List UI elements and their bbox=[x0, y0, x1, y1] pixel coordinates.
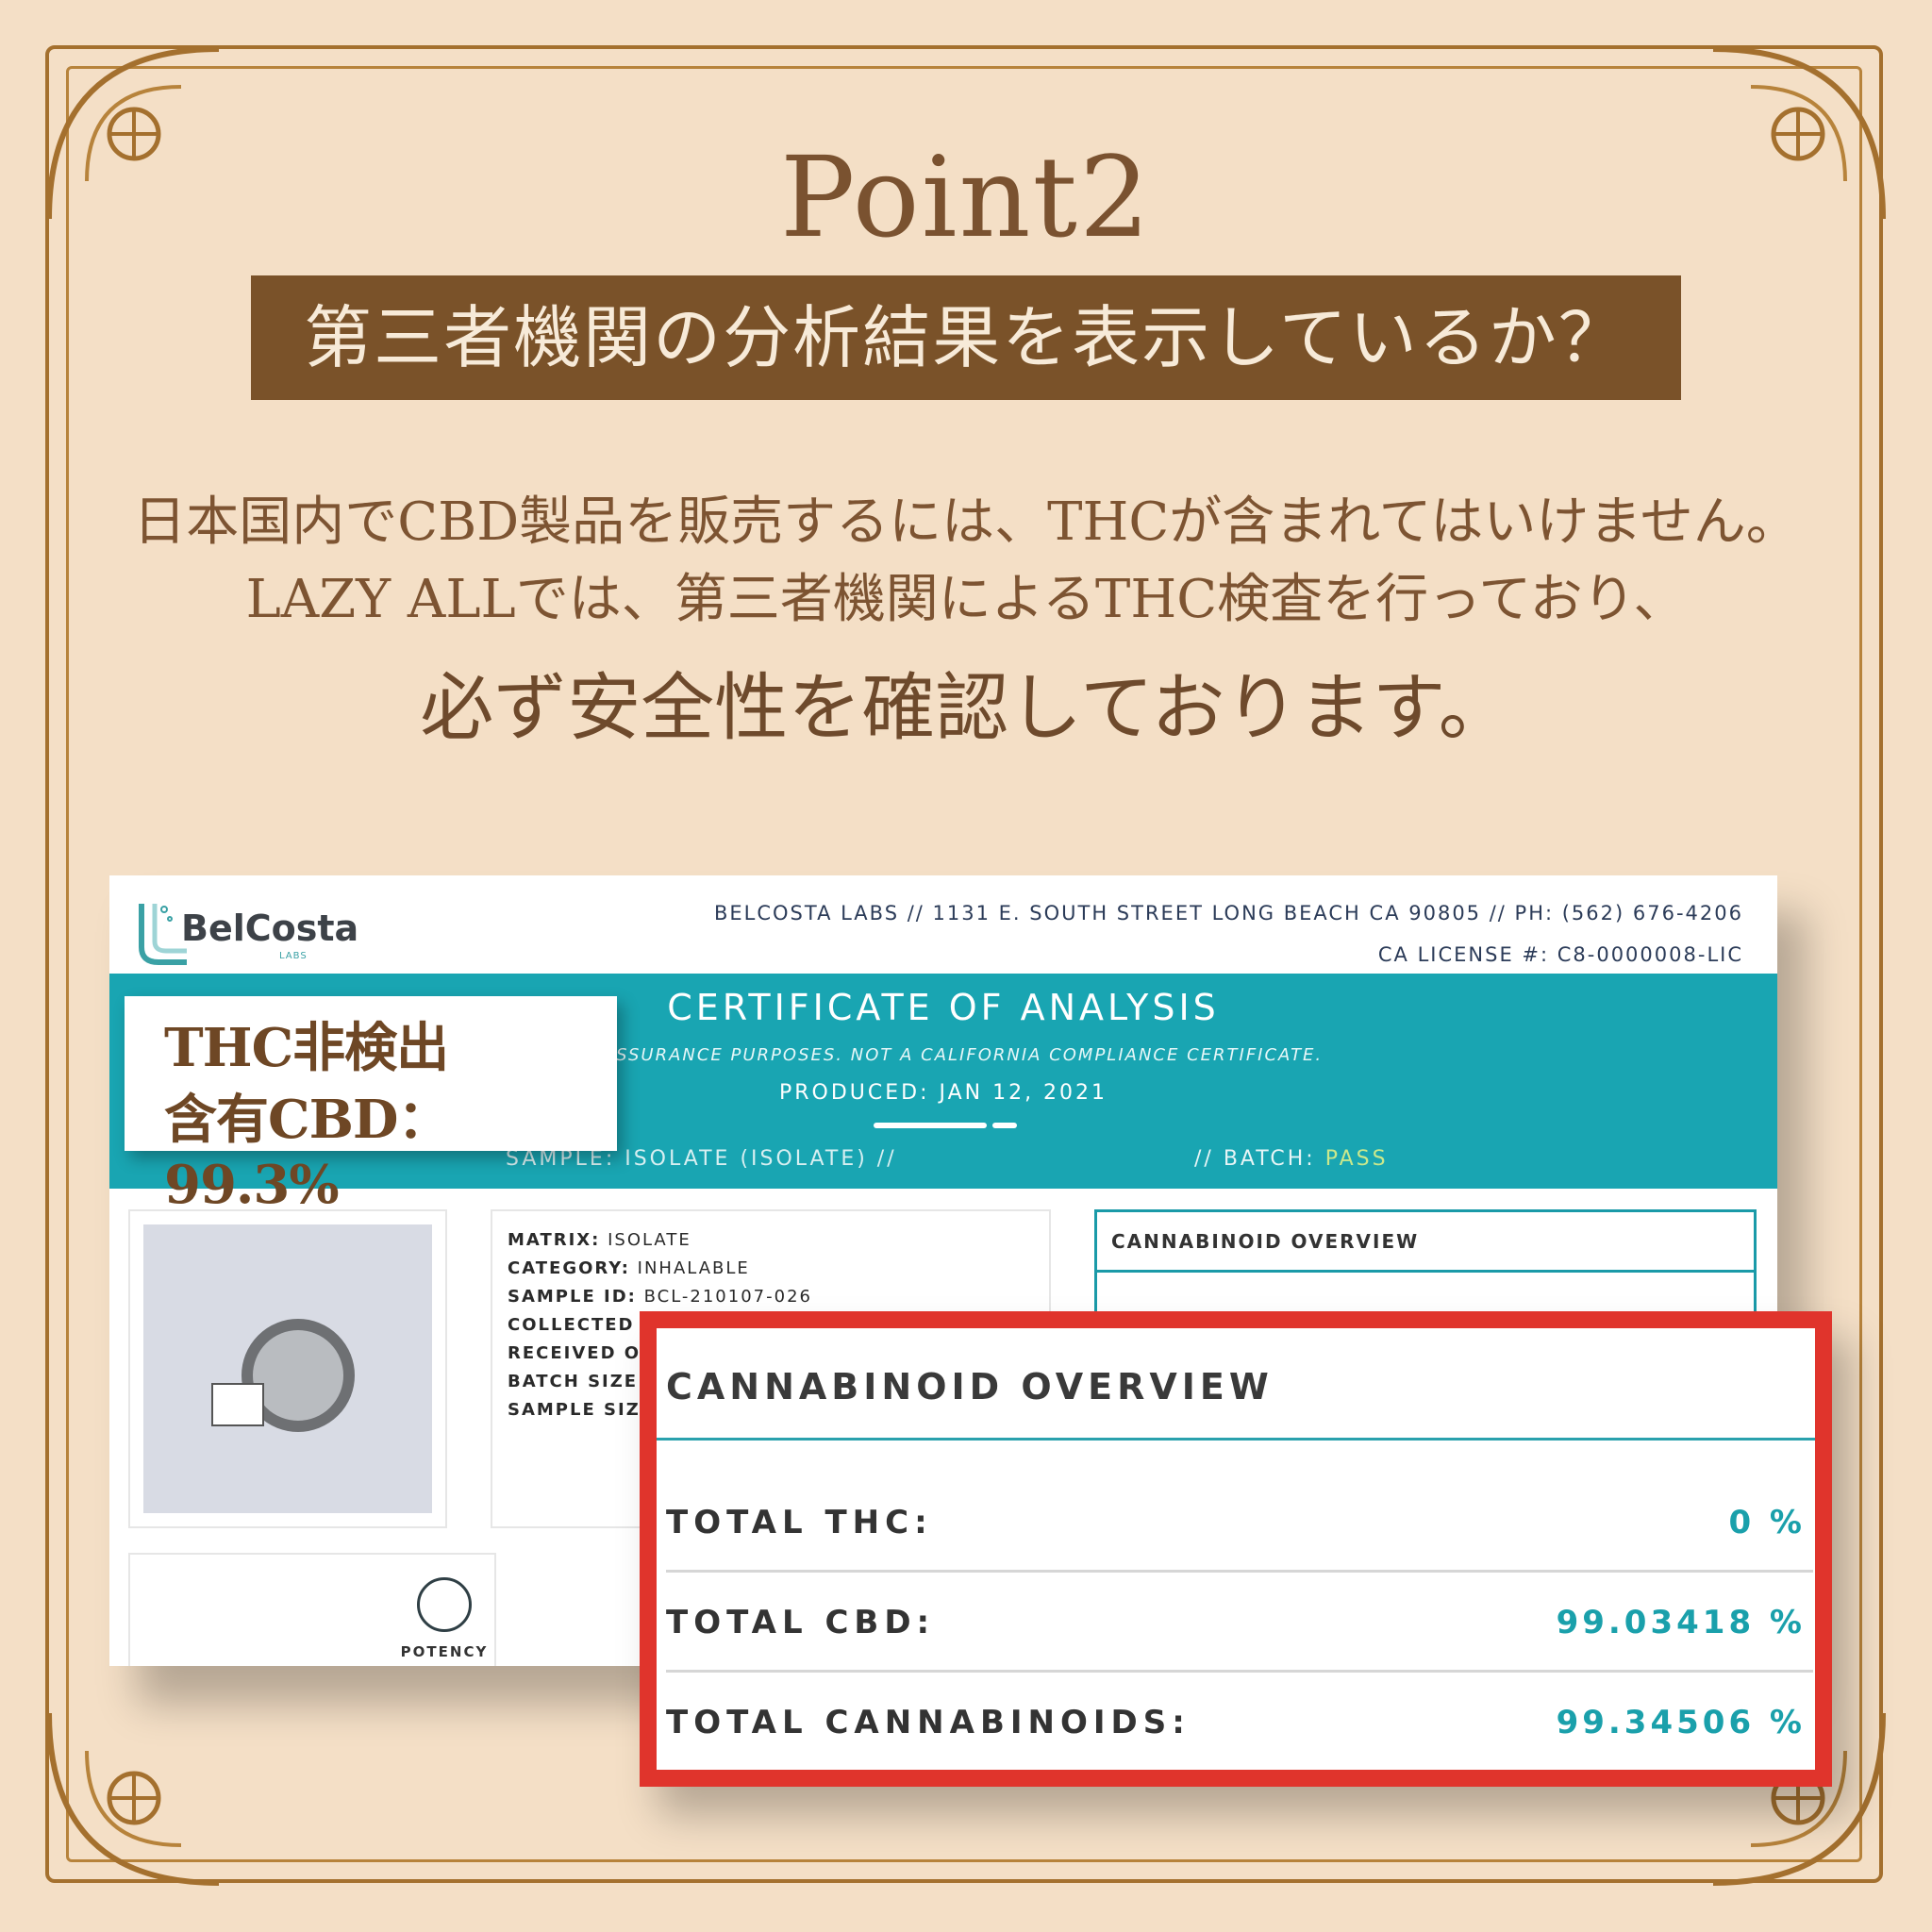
lab-address: BELCOSTA LABS // 1131 E. SOUTH STREET LO… bbox=[714, 892, 1743, 975]
callout-line-1: THC非検出 bbox=[164, 1017, 449, 1079]
overview-rule bbox=[657, 1438, 1815, 1441]
cannabinoid-overview-highlight: CANNABINOID OVERVIEW TOTAL THC: 0 % TOTA… bbox=[640, 1311, 1832, 1787]
batch-value: PASS bbox=[1324, 1147, 1389, 1171]
total-cannabinoids-value: 99.34506 % bbox=[1556, 1704, 1806, 1741]
total-cbd-label: TOTAL CBD: bbox=[666, 1604, 936, 1641]
logo-sub: LABS bbox=[279, 951, 308, 961]
total-thc-value: 0 % bbox=[1728, 1504, 1806, 1541]
question-banner: 第三者機関の分析結果を表示しているか？ bbox=[251, 275, 1681, 400]
question-banner-text: 第三者機関の分析結果を表示しているか？ bbox=[304, 298, 1628, 377]
small-overview-title: CANNABINOID OVERVIEW bbox=[1111, 1230, 1420, 1253]
lead-line-1: 日本国内でCBD製品を販売するには、THCが含まれてはいけません。 bbox=[133, 491, 1799, 553]
info-label: BATCH SIZE: bbox=[508, 1372, 647, 1391]
license-line: CA LICENSE #: C8-0000008-LIC bbox=[1377, 943, 1743, 966]
info-value: BCL-210107-026 bbox=[636, 1287, 812, 1307]
info-label: RECEIVED ON bbox=[508, 1343, 658, 1363]
info-label: MATRIX: bbox=[508, 1230, 601, 1250]
info-label: COLLECTED O bbox=[508, 1315, 659, 1335]
logo-wordmark: BelCosta bbox=[181, 908, 359, 949]
total-thc-label: TOTAL THC: bbox=[666, 1504, 933, 1541]
overview-title: CANNABINOID OVERVIEW bbox=[666, 1366, 1274, 1407]
small-overview-rule bbox=[1094, 1270, 1757, 1273]
lead-line-3: 必ず安全性を確認しております。 bbox=[420, 666, 1512, 751]
info-label: SAMPLE SIZE bbox=[508, 1400, 655, 1420]
info-label: SAMPLE ID: bbox=[508, 1287, 637, 1307]
page-title: Point2 bbox=[780, 132, 1152, 262]
address-line: BELCOSTA LABS // 1131 E. SOUTH STREET LO… bbox=[713, 902, 1743, 924]
thc-callout: THC非検出 含有CBD：99.3% bbox=[125, 996, 617, 1216]
divider-bar-small bbox=[992, 1123, 1017, 1128]
batch-status: // BATCH: PASS bbox=[1194, 1147, 1389, 1171]
corner-ornament-icon bbox=[30, 1694, 238, 1902]
batch-label: // BATCH: bbox=[1194, 1147, 1325, 1171]
callout-line-2: 含有CBD：99.3% bbox=[164, 1089, 450, 1216]
row-divider bbox=[666, 1670, 1813, 1673]
divider-bar bbox=[874, 1123, 987, 1128]
info-value: ISOLATE bbox=[600, 1230, 691, 1250]
info-value: INHALABLE bbox=[629, 1258, 750, 1278]
row-divider bbox=[666, 1570, 1813, 1573]
total-cannabinoids-label: TOTAL CANNABINOIDS: bbox=[666, 1704, 1191, 1741]
qr-code-icon bbox=[211, 1383, 264, 1426]
total-cbd-value: 99.03418 % bbox=[1556, 1604, 1806, 1641]
potency-label: POTENCY bbox=[400, 1643, 489, 1660]
cannabis-leaf-icon bbox=[417, 1577, 472, 1632]
lead-line-2: LAZY ALLでは、第三者機関によるTHC検査を行っており、 bbox=[245, 569, 1687, 630]
info-label: CATEGORY: bbox=[508, 1258, 630, 1278]
